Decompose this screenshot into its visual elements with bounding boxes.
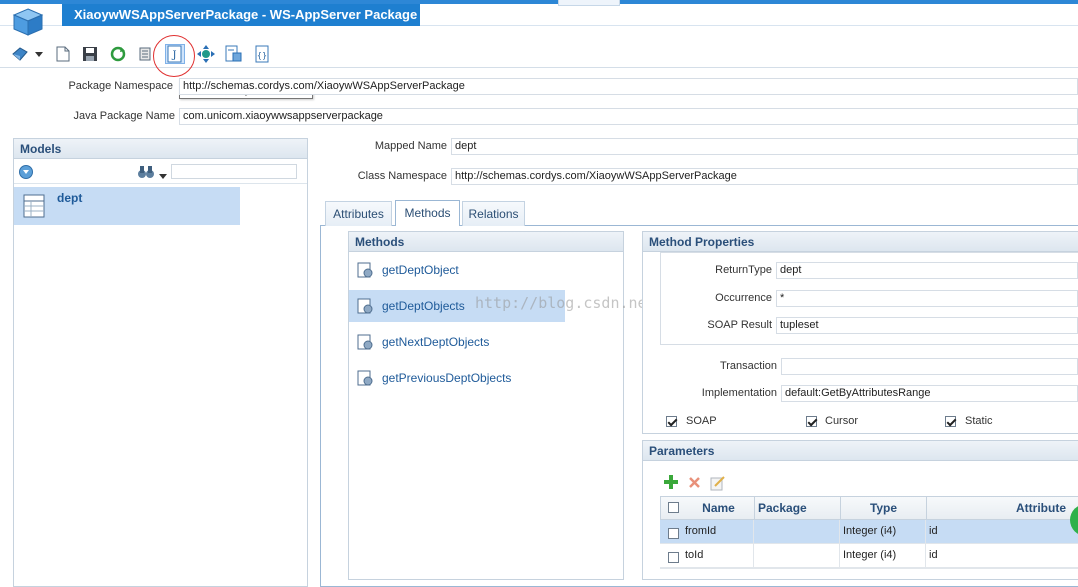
collapse-icon[interactable] xyxy=(19,165,33,179)
implementation-input[interactable]: default:GetByAttributesRange xyxy=(781,385,1078,402)
param-package-cell xyxy=(754,520,840,543)
search-dropdown-chevron-icon[interactable] xyxy=(159,170,167,182)
edit-parameter-icon[interactable] xyxy=(710,475,726,491)
method-item-getdeptobject[interactable]: getDeptObject xyxy=(349,254,565,286)
table-row[interactable]: toId Integer (i4) id xyxy=(660,544,1078,568)
cursor-checkbox[interactable] xyxy=(806,416,817,427)
method-item-getpreviousdeptobjects[interactable]: getPreviousDeptObjects xyxy=(349,362,565,394)
static-checkbox[interactable] xyxy=(945,416,956,427)
model-item-dept[interactable]: dept xyxy=(14,187,240,225)
tab-relations[interactable]: Relations xyxy=(462,201,525,226)
new-document-icon[interactable] xyxy=(53,44,73,64)
chevron-down-icon[interactable] xyxy=(32,44,46,64)
method-icon xyxy=(357,262,373,278)
package-menu-icon[interactable] xyxy=(10,44,30,64)
mapped-name-input[interactable]: dept xyxy=(451,138,1078,155)
method-icon xyxy=(357,298,373,314)
table-row[interactable]: fromId Integer (i4) id xyxy=(660,520,1078,544)
publish-icon[interactable] xyxy=(222,44,244,64)
export-icon[interactable]: {} xyxy=(251,44,273,64)
method-label: getDeptObjects xyxy=(382,299,465,313)
cursor-checkbox-label: Cursor xyxy=(825,415,859,427)
column-header-package[interactable]: Package xyxy=(755,497,841,519)
param-attribute-cell: id xyxy=(929,525,938,537)
java-package-name-label: Java Package Name xyxy=(73,110,176,122)
soap-result-label: SOAP Result xyxy=(707,319,772,331)
class-namespace-label: Class Namespace xyxy=(357,170,447,182)
method-properties-header: Method Properties xyxy=(643,232,1078,252)
param-name-cell: fromId xyxy=(682,520,754,543)
parameters-header: Parameters xyxy=(643,441,1078,461)
occurrence-input[interactable]: * xyxy=(776,290,1078,307)
package-namespace-input[interactable]: http://schemas.cordys.com/XiaoywWSAppSer… xyxy=(179,78,1078,95)
row-checkbox[interactable] xyxy=(668,552,679,563)
models-search-input[interactable] xyxy=(171,164,297,179)
methods-header: Methods xyxy=(349,232,623,252)
refresh-icon[interactable] xyxy=(108,44,128,64)
model-item-label: dept xyxy=(57,191,83,205)
methods-panel: Methods getDeptObject getDeptObjects get… xyxy=(348,231,624,580)
class-namespace-input[interactable]: http://schemas.cordys.com/XiaoywWSAppSer… xyxy=(451,168,1078,185)
transaction-input[interactable] xyxy=(781,358,1078,375)
table-empty-area xyxy=(660,568,1078,580)
method-icon xyxy=(357,334,373,350)
add-parameter-icon[interactable] xyxy=(664,475,678,489)
package-cube-icon xyxy=(12,7,44,37)
method-icon xyxy=(357,370,373,386)
column-header-attribute[interactable]: Attribute xyxy=(927,497,1078,519)
binoculars-search-icon[interactable] xyxy=(137,164,155,180)
occurrence-label: Occurrence xyxy=(715,292,772,304)
param-type-cell: Integer (i4) xyxy=(840,544,926,567)
package-namespace-label: Package Namespace xyxy=(68,80,173,92)
param-attribute-cell: id xyxy=(929,549,938,561)
mapped-name-label: Mapped Name xyxy=(374,140,447,152)
param-name-cell: toId xyxy=(682,544,754,567)
save-icon[interactable] xyxy=(80,44,100,64)
method-label: getNextDeptObjects xyxy=(382,335,490,349)
soap-result-input[interactable]: tupleset xyxy=(776,317,1078,334)
implementation-label: Implementation xyxy=(701,387,777,399)
models-header: Models xyxy=(14,139,307,159)
column-header-name[interactable]: Name xyxy=(683,497,755,519)
table-model-icon xyxy=(22,193,46,219)
soap-checkbox-label: SOAP xyxy=(686,415,717,427)
method-item-getnextdeptobjects[interactable]: getNextDeptObjects xyxy=(349,326,565,358)
parameters-table-header: Name Package Type Attribute xyxy=(660,496,1078,520)
tab-attributes[interactable]: Attributes xyxy=(325,201,392,226)
models-toolbar xyxy=(14,160,307,184)
return-type-label: ReturnType xyxy=(715,264,772,276)
top-center-handle[interactable] xyxy=(558,0,620,6)
row-checkbox[interactable] xyxy=(668,528,679,539)
select-all-checkbox[interactable] xyxy=(668,502,679,513)
svg-text:{}: {} xyxy=(257,51,267,60)
highlight-circle-annotation xyxy=(153,35,195,77)
param-type-cell: Integer (i4) xyxy=(840,520,926,543)
method-label: getDeptObject xyxy=(382,263,459,277)
tab-methods[interactable]: Methods xyxy=(395,200,460,226)
static-checkbox-label: Static xyxy=(965,415,993,427)
param-package-cell xyxy=(754,544,840,567)
window-title: XiaoywWSAppServerPackage - WS-AppServer … xyxy=(62,4,420,26)
soap-checkbox[interactable] xyxy=(666,416,677,427)
column-header-type[interactable]: Type xyxy=(841,497,927,519)
transaction-label: Transaction xyxy=(719,360,777,372)
method-label: getPreviousDeptObjects xyxy=(382,371,512,385)
move-icon[interactable] xyxy=(195,44,217,64)
models-panel: Models dept xyxy=(13,138,308,587)
java-package-name-input[interactable]: com.unicom.xiaoywwsappserverpackage xyxy=(179,108,1078,125)
delete-parameter-icon[interactable] xyxy=(688,476,701,489)
return-type-input[interactable]: dept xyxy=(776,262,1078,279)
